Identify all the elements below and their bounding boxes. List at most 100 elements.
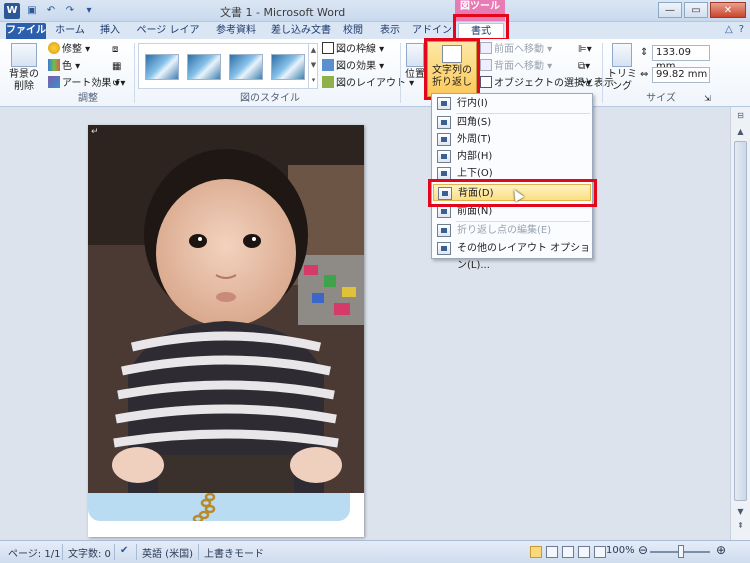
remove-background-icon bbox=[11, 43, 37, 67]
compress-pictures-icon[interactable]: ⧈ bbox=[112, 42, 118, 57]
wrap-text-highlight bbox=[424, 38, 480, 100]
menu-item-tight[interactable]: 外周(T) bbox=[433, 131, 591, 148]
tab-review[interactable]: 校閲 bbox=[340, 23, 366, 39]
remove-background-button[interactable]: 背景の 削除 bbox=[6, 43, 42, 93]
width-icon: ⇔ bbox=[640, 69, 649, 80]
close-button[interactable]: ✕ bbox=[710, 2, 746, 18]
wrap-through-icon bbox=[437, 150, 451, 163]
height-icon: ⇕ bbox=[640, 47, 649, 58]
width-field[interactable]: 99.82 mm bbox=[652, 67, 710, 83]
web-layout-icon[interactable] bbox=[562, 546, 574, 558]
window-title: 文書 1 - Microsoft Word bbox=[220, 6, 346, 19]
help-icon[interactable]: ? bbox=[739, 24, 744, 35]
ruler-toggle-icon[interactable]: ⊟ bbox=[733, 109, 748, 122]
send-backward-button[interactable]: 背面へ移動 ▾ bbox=[480, 59, 552, 74]
align-icon[interactable]: ⊫▾ bbox=[578, 42, 592, 57]
print-layout-view-icon[interactable] bbox=[530, 546, 542, 558]
picture-style-3[interactable] bbox=[229, 54, 263, 80]
menu-item-edit-wrap-points[interactable]: 折り返し点の編集(E) bbox=[433, 222, 591, 239]
menu-item-square[interactable]: 四角(S) bbox=[433, 114, 591, 131]
picture-style-4[interactable] bbox=[271, 54, 305, 80]
send-backward-icon bbox=[480, 59, 492, 71]
minimize-ribbon-icon[interactable]: △ bbox=[725, 24, 733, 35]
group-icon[interactable]: ⧉▾ bbox=[578, 59, 590, 74]
more-layout-options-icon bbox=[437, 242, 451, 255]
customize-icon[interactable]: ▾ bbox=[81, 3, 97, 19]
selection-pane-button[interactable]: オブジェクトの選択と表示 bbox=[480, 76, 614, 91]
proofing-icon[interactable]: ✔ bbox=[120, 545, 128, 556]
wrap-text-menu: 行内(I) 四角(S) 外周(T) 内部(H) 上下(O) 背面(D) 前面(N… bbox=[431, 93, 593, 271]
status-separator bbox=[198, 544, 199, 560]
tab-file[interactable]: ファイル bbox=[6, 23, 46, 39]
position-button[interactable]: 位置 bbox=[404, 43, 426, 81]
menu-item-inline[interactable]: 行内(I) bbox=[433, 95, 591, 112]
tab-addins[interactable]: アドイン bbox=[412, 23, 452, 39]
ribbon: 背景の 削除 修整 ▾ 色 ▾ アート効果 ▾ ⧈ ▦ ↺▾ 調整 ▲ ▼ ▾ 図の… bbox=[0, 39, 750, 107]
tab-mailings[interactable]: 差し込み文書 bbox=[268, 23, 334, 39]
full-screen-reading-icon[interactable] bbox=[546, 546, 558, 558]
size-dialog-launcher-icon[interactable]: ⇲ bbox=[704, 91, 711, 106]
undo-icon[interactable]: ↶ bbox=[43, 3, 59, 19]
picture-style-gallery bbox=[138, 43, 318, 89]
paragraph-mark-icon: ↵ bbox=[91, 127, 99, 137]
zoom-slider-knob[interactable] bbox=[678, 545, 684, 558]
page-count[interactable]: ページ: 1/1 bbox=[8, 545, 60, 560]
picture-style-2[interactable] bbox=[187, 54, 221, 80]
language[interactable]: 英語 (米国) bbox=[142, 545, 193, 560]
tab-view[interactable]: 表示 bbox=[374, 23, 406, 39]
picture-effects-button[interactable]: 図の効果 ▾ bbox=[322, 59, 384, 74]
tab-home[interactable]: ホーム bbox=[52, 23, 88, 39]
scroll-down-icon[interactable]: ▼ bbox=[733, 505, 748, 518]
format-tab-highlight bbox=[453, 14, 509, 41]
scroll-up-icon[interactable]: ▲ bbox=[733, 125, 748, 138]
redo-icon[interactable]: ↷ bbox=[62, 3, 78, 19]
tab-references[interactable]: 参考資料 bbox=[210, 23, 262, 39]
word-app-icon[interactable]: W bbox=[4, 3, 20, 19]
tab-insert[interactable]: 挿入 bbox=[94, 23, 126, 39]
zoom-in-icon[interactable]: ⊕ bbox=[716, 543, 726, 557]
quick-access-toolbar: ▣ ↶ ↷ ▾ bbox=[24, 3, 97, 19]
word-count[interactable]: 文字数: 0 bbox=[68, 545, 111, 560]
change-picture-icon[interactable]: ▦ bbox=[112, 59, 121, 74]
draft-view-icon[interactable] bbox=[594, 546, 606, 558]
status-separator bbox=[136, 544, 137, 560]
crop-button[interactable]: トリミング bbox=[606, 43, 638, 93]
zoom-level[interactable]: 100% bbox=[606, 545, 635, 556]
vertical-scrollbar[interactable]: ⊟ ▲ ▼ ⇞ bbox=[730, 107, 750, 540]
bring-forward-icon bbox=[480, 42, 492, 54]
caption-box[interactable] bbox=[88, 492, 350, 524]
status-separator bbox=[114, 544, 115, 560]
wrap-tight-icon bbox=[437, 133, 451, 146]
corrections-button[interactable]: 修整 ▾ bbox=[48, 42, 90, 57]
crop-icon bbox=[612, 43, 632, 67]
save-icon[interactable]: ▣ bbox=[24, 3, 40, 19]
picture-styles-group-label: 図のスタイル bbox=[240, 93, 300, 104]
document-page[interactable]: ↵ bbox=[88, 125, 364, 537]
outline-view-icon[interactable] bbox=[578, 546, 590, 558]
minimize-button[interactable]: — bbox=[658, 2, 682, 18]
picture-border-icon bbox=[322, 42, 334, 54]
bring-forward-button[interactable]: 前面へ移動 ▾ bbox=[480, 42, 552, 57]
previous-page-icon[interactable]: ⇞ bbox=[733, 519, 748, 532]
group-separator bbox=[400, 43, 401, 103]
color-button[interactable]: 色 ▾ bbox=[48, 59, 80, 74]
restore-button[interactable]: ▭ bbox=[684, 2, 708, 18]
zoom-out-icon[interactable]: ⊖ bbox=[638, 543, 648, 557]
picture-style-1[interactable] bbox=[145, 54, 179, 80]
menu-item-more-layout-options[interactable]: その他のレイアウト オプション(L)... bbox=[433, 240, 591, 271]
scroll-thumb[interactable] bbox=[734, 141, 747, 501]
wrap-inline-icon bbox=[437, 97, 451, 110]
adjust-group-label: 調整 bbox=[78, 93, 98, 104]
height-field[interactable]: 133.09 mm bbox=[652, 45, 710, 72]
picture-border-button[interactable]: 図の枠線 ▾ bbox=[322, 42, 384, 57]
tab-page-layout[interactable]: ページ レイアウト bbox=[132, 23, 204, 52]
artistic-effects-icon bbox=[48, 76, 60, 88]
edit-wrap-points-icon bbox=[437, 224, 451, 237]
baby-photo-graphic bbox=[88, 125, 364, 493]
menu-item-through[interactable]: 内部(H) bbox=[433, 148, 591, 165]
gallery-scroll[interactable]: ▲ ▼ ▾ bbox=[308, 43, 318, 89]
color-icon bbox=[48, 59, 60, 71]
rotate-icon[interactable]: ⟳▾ bbox=[578, 76, 591, 91]
baby-photo[interactable] bbox=[88, 125, 364, 493]
overtype-mode[interactable]: 上書きモード bbox=[204, 545, 264, 560]
